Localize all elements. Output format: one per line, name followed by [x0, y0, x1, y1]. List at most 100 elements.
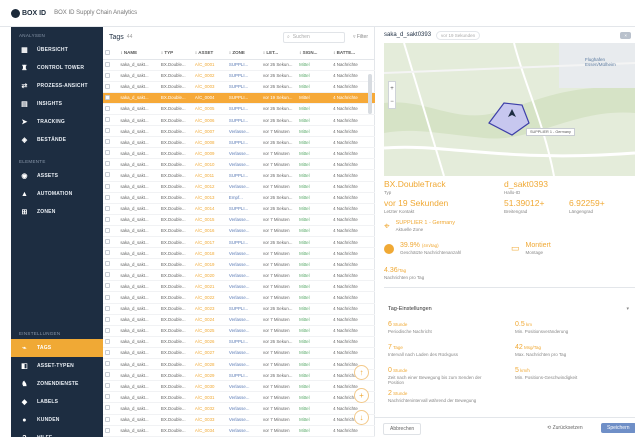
map-view[interactable]: + − Flughafen Essen/Mülheim SUPPLIER 1 -… [384, 43, 635, 176]
row-checkbox[interactable] [103, 269, 119, 282]
brand-logo[interactable]: BOX ID [11, 8, 46, 18]
table-row[interactable]: saka_d_sakt... BX.Double... A/C_0002 SUPPLI… [103, 70, 375, 82]
table-row[interactable]: saka_d_sakt... BX.Double... A/C_0021 Verlas… [103, 280, 375, 293]
sidebar-item-asset-typen[interactable]: ◧ ASSET-TYPEN [11, 357, 103, 375]
sidebar-item-insights[interactable]: ▤ INSIGHTS [11, 95, 103, 113]
tag-setting-item[interactable]: 2 Stunde Nachrichtenintervall während der… [388, 390, 498, 403]
row-checkbox[interactable] [103, 402, 119, 415]
row-checkbox[interactable] [103, 414, 119, 426]
row-checkbox[interactable] [103, 247, 119, 260]
zone-link[interactable]: SUPPLIER 1 - Germany [396, 220, 455, 226]
row-checkbox[interactable] [103, 136, 119, 149]
sidebar-item-tracking[interactable]: ➤ TRACKING [11, 113, 103, 131]
table-row[interactable]: saka_d_sakt... BX.Double... A/C_0027 Verlas… [103, 347, 375, 360]
row-checkbox[interactable] [103, 291, 119, 304]
table-row[interactable]: saka_d_sakt... BX.Double... A/C_0003 SUPPLI… [103, 81, 375, 93]
settings-collapse-icon[interactable]: ▾ [626, 306, 629, 312]
table-row[interactable]: saka_d_sakt... BX.Double... A/C_0005 SUPPLI… [103, 103, 375, 115]
zoom-out-button[interactable]: − [390, 99, 394, 105]
row-checkbox[interactable] [103, 158, 119, 171]
zoom-in-button[interactable]: + [390, 86, 394, 92]
tag-setting-item[interactable]: 42 Msg/Tag Max. Nachrichten pro Tag [515, 344, 625, 357]
table-row[interactable]: saka_d_sakt... BX.Double... A/C_0010 Verlas… [103, 158, 375, 171]
table-row[interactable]: saka_d_sakt... BX.Double... A/C_0012 Verlas… [103, 181, 375, 193]
table-row[interactable]: saka_d_sakt... BX.Double... A/C_0028 Verlas… [103, 358, 375, 371]
table-row[interactable]: saka_d_sakt... BX.Double... A/C_0019 Verlas… [103, 258, 375, 271]
select-all-checkbox[interactable] [103, 47, 119, 60]
column-header[interactable]: ↕ TYP [158, 47, 193, 60]
scroll-up-button[interactable]: ↑ [354, 365, 369, 380]
row-checkbox[interactable] [103, 125, 119, 138]
table-row[interactable]: saka_d_sakt... BX.Double... A/C_0014 SUPPLI… [103, 203, 375, 215]
tag-setting-item[interactable]: 6 Stunde Periodische Nachricht [388, 321, 498, 334]
table-row[interactable]: saka_d_sakt... BX.Double... A/C_0016 Verlas… [103, 225, 375, 238]
table-row[interactable]: saka_d_sakt... BX.Double... A/C_0030 Verlas… [103, 380, 375, 393]
row-checkbox[interactable] [103, 114, 119, 127]
table-row[interactable]: saka_d_sakt... BX.Double... A/C_0020 Verlas… [103, 269, 375, 282]
row-checkbox[interactable] [103, 203, 119, 215]
row-checkbox[interactable] [103, 391, 119, 404]
search-input[interactable]: ⌕ Suchen [282, 31, 345, 43]
table-row[interactable]: saka_d_sakt... BX.Double... A/C_0026 SUPPLI… [103, 336, 375, 348]
row-checkbox[interactable] [103, 303, 119, 315]
row-checkbox[interactable] [103, 81, 119, 93]
table-row[interactable]: saka_d_sakt... BX.Double... A/C_0033 Verlas… [103, 414, 375, 426]
row-checkbox[interactable] [103, 236, 119, 249]
column-header[interactable]: ↕ BATTE... [331, 47, 375, 60]
tag-setting-item[interactable]: 0 Stunde Zeit nach einer Bewegung bis zum… [388, 367, 498, 385]
table-row[interactable]: saka_d_sakt... BX.Double... A/C_0004 SUPPLI… [103, 92, 375, 104]
column-header[interactable]: ↕ SIGN... [297, 47, 332, 60]
row-checkbox[interactable] [103, 70, 119, 82]
table-row[interactable]: saka_d_sakt... BX.Double... A/C_0008 SUPPLI… [103, 136, 375, 149]
sidebar-item-kunden[interactable]: ● KUNDEN [11, 411, 103, 429]
row-checkbox[interactable] [103, 425, 119, 437]
row-checkbox[interactable] [103, 380, 119, 393]
list-scrollbar[interactable] [368, 74, 372, 114]
row-checkbox[interactable] [103, 59, 119, 71]
column-header[interactable]: ↕ LET... [260, 47, 298, 60]
table-row[interactable]: saka_d_sakt... BX.Double... A/C_0029 SUPPLI… [103, 369, 375, 382]
row-checkbox[interactable] [103, 225, 119, 238]
row-checkbox[interactable] [103, 147, 119, 160]
row-checkbox[interactable] [103, 192, 119, 204]
reset-button[interactable]: ⟲ Zurücksetzen [541, 423, 589, 433]
save-button[interactable]: Speichern [601, 423, 635, 433]
sidebar-item-assets[interactable]: ◉ ASSETS [11, 167, 103, 185]
row-checkbox[interactable] [103, 369, 119, 382]
filter-button[interactable]: ▿ Filter [353, 34, 368, 40]
row-checkbox[interactable] [103, 325, 119, 337]
table-row[interactable]: saka_d_sakt... BX.Double... A/C_0023 SUPPLI… [103, 303, 375, 315]
cancel-button[interactable]: Abbrechen [383, 423, 422, 435]
tag-setting-item[interactable]: 5 km/h Min. Positions-Geschwindigkeit [515, 367, 625, 380]
sidebar-item-labels[interactable]: ◆ LABELS [11, 393, 103, 411]
table-row[interactable]: saka_d_sakt... BX.Double... A/C_0034 Verlas… [103, 425, 375, 437]
download-button[interactable]: ↓ [354, 410, 369, 425]
table-row[interactable]: saka_d_sakt... BX.Double... A/C_0006 SUPPLI… [103, 114, 375, 127]
table-row[interactable]: saka_d_sakt... BX.Double... A/C_0013 Empf..… [103, 192, 375, 204]
row-checkbox[interactable] [103, 314, 119, 326]
table-row[interactable]: saka_d_sakt... BX.Double... A/C_0017 SUPPLI… [103, 236, 375, 249]
sidebar-item-zonen[interactable]: ⊞ ZONEN [11, 203, 103, 221]
column-header[interactable]: ↕ ASSET [192, 47, 227, 60]
table-row[interactable]: saka_d_sakt... BX.Double... A/C_0009 Verlas… [103, 147, 375, 160]
sidebar-item-zonendienste[interactable]: ♞ ZONENDIENSTE [11, 375, 103, 393]
table-row[interactable]: saka_d_sakt... BX.Double... A/C_0032 Verlas… [103, 402, 375, 415]
row-checkbox[interactable] [103, 214, 119, 226]
sidebar-item-automation[interactable]: ▲ AUTOMATION [11, 185, 103, 203]
column-header[interactable]: ↕ ZONE [226, 47, 261, 60]
tag-setting-item[interactable]: 0.5 km Min. Positionsveränderung [515, 321, 625, 334]
row-checkbox[interactable] [103, 358, 119, 371]
sidebar-item-hilfe[interactable]: ?HILFE [11, 429, 103, 437]
row-checkbox[interactable] [103, 92, 119, 104]
tag-setting-item[interactable]: 7 Tage Intervall nach Laden des Rückguss [388, 344, 498, 357]
sidebar-item-control-tower[interactable]: ♜ CONTROL TOWER [11, 59, 103, 77]
row-checkbox[interactable] [103, 258, 119, 271]
sidebar-item-übersicht[interactable]: ▦ ÜBERSICHT [11, 41, 103, 59]
row-checkbox[interactable] [103, 103, 119, 115]
column-header[interactable]: ↕ NAME [118, 47, 159, 60]
sidebar-item-prozess-ansicht[interactable]: ⇄ PROZESS-ANSICHT [11, 77, 103, 95]
add-tag-button[interactable]: + [354, 388, 369, 403]
table-row[interactable]: saka_d_sakt... BX.Double... A/C_0018 Verlas… [103, 247, 375, 260]
row-checkbox[interactable] [103, 181, 119, 193]
table-row[interactable]: saka_d_sakt... BX.Double... A/C_0015 Verlas… [103, 214, 375, 226]
